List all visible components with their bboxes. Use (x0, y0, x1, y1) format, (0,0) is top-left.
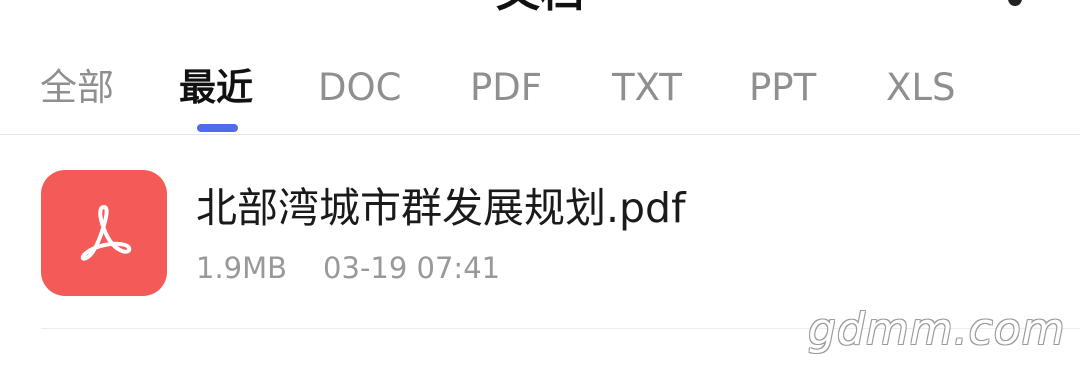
tabs-divider (0, 134, 1080, 135)
file-name: 北部湾城市群发展规划.pdf (196, 184, 686, 232)
tab-pdf[interactable]: PDF (470, 58, 542, 118)
tab-ppt[interactable]: PPT (749, 58, 816, 118)
page-title: 文档 (0, 0, 1080, 14)
tab-recent[interactable]: 最近 (179, 58, 253, 118)
tab-doc[interactable]: DOC (318, 58, 401, 118)
file-size: 1.9MB (196, 251, 288, 285)
pdf-icon (41, 170, 167, 296)
category-tabs: 全部 最近 DOC PDF TXT PPT XLS (0, 58, 1080, 134)
tab-all[interactable]: 全部 (40, 58, 114, 118)
active-tab-indicator (197, 124, 238, 132)
app-bar: 文档 (0, 0, 1080, 14)
file-date: 03-19 07:41 (323, 251, 501, 285)
tab-txt[interactable]: TXT (612, 58, 682, 118)
tab-xls[interactable]: XLS (886, 58, 955, 118)
file-meta: 1.9MB 03-19 07:41 (196, 250, 500, 286)
file-list-item[interactable]: 北部湾城市群发展规划.pdf 1.9MB 03-19 07:41 (0, 166, 1080, 306)
watermark-text: gdmm.com (808, 304, 1066, 355)
